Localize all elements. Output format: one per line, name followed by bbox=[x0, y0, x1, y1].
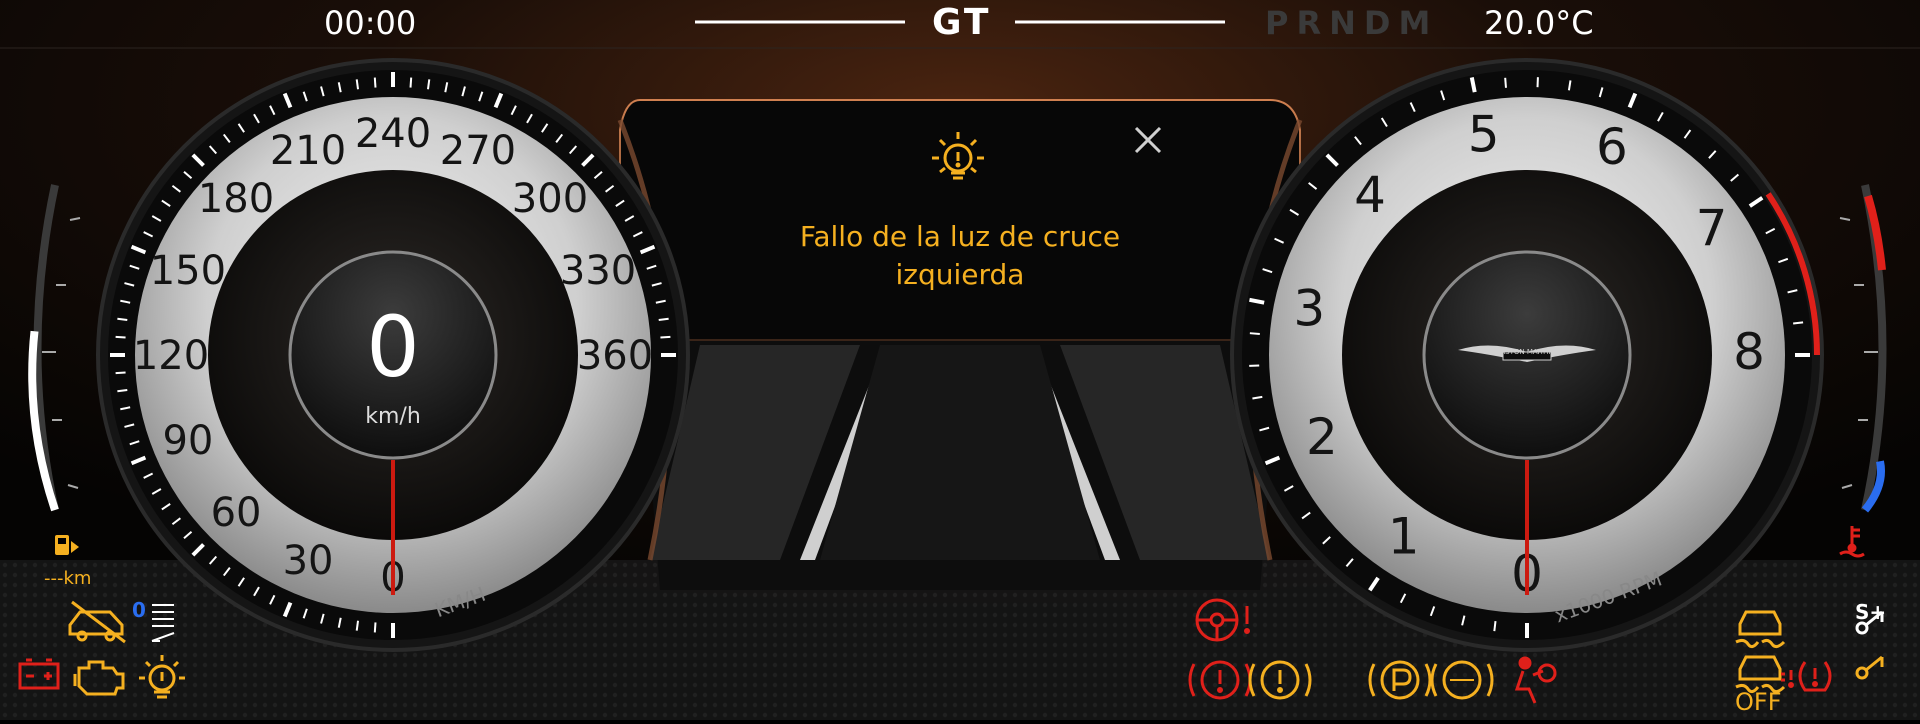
tachometer-tick-label: 8 bbox=[1733, 323, 1765, 381]
speedometer-tick bbox=[116, 337, 126, 338]
tachometer-tick-label: 4 bbox=[1354, 166, 1386, 224]
speedometer-tick-label: 240 bbox=[355, 111, 431, 157]
speedometer-tick bbox=[660, 337, 670, 338]
speedometer-tick-label: 360 bbox=[577, 333, 653, 379]
speedometer-tick bbox=[116, 373, 126, 374]
traction-off-label: OFF bbox=[1735, 688, 1782, 716]
tachometer-tick-label: 6 bbox=[1596, 118, 1628, 176]
speedometer-tick-label: 150 bbox=[150, 248, 226, 294]
speedometer-tick-label: 330 bbox=[560, 248, 636, 294]
speedometer-tick-label: 180 bbox=[198, 176, 274, 222]
speedometer-tick bbox=[117, 390, 127, 391]
speedometer-tick bbox=[357, 621, 358, 631]
speedometer-tick bbox=[428, 79, 429, 89]
outside-temperature: 20.0°C bbox=[1484, 4, 1594, 42]
tachometer-tick bbox=[1494, 621, 1495, 631]
tachometer-tick-label: 2 bbox=[1306, 408, 1338, 466]
tachometer-tick-label: 3 bbox=[1293, 280, 1325, 338]
speedometer-tick-label: 120 bbox=[133, 333, 209, 379]
tachometer-tick-label: 5 bbox=[1468, 105, 1500, 163]
speedometer-tick bbox=[375, 78, 376, 88]
speedometer-tick bbox=[117, 319, 127, 320]
gear-indicator-value: 0 bbox=[132, 598, 146, 622]
tachometer-tick bbox=[1793, 322, 1803, 323]
drive-mode: GT bbox=[932, 2, 991, 43]
speedometer-tick-label: 30 bbox=[283, 538, 334, 584]
speed-unit: km/h bbox=[293, 404, 493, 429]
gear-selector: PRNDM bbox=[1265, 4, 1438, 42]
speedometer-tick-label: 90 bbox=[162, 418, 213, 464]
tachometer-tick bbox=[1505, 78, 1506, 88]
speedometer-tick bbox=[375, 622, 376, 632]
fuel-range: ---km bbox=[44, 568, 91, 589]
speedometer-tick bbox=[357, 79, 358, 89]
tachometer-tick-label: 1 bbox=[1388, 508, 1420, 566]
speedometer-tick-label: 300 bbox=[512, 176, 588, 222]
speedometer-tick bbox=[659, 319, 669, 320]
speedometer-tick bbox=[411, 78, 412, 88]
clock: 00:00 bbox=[324, 4, 416, 42]
speedometer-tick-label: 270 bbox=[440, 128, 516, 174]
speedometer-tick-label: 60 bbox=[211, 490, 262, 536]
speedometer-tick-label: 210 bbox=[270, 128, 346, 174]
instrument-cluster: 0 30 60 90 120 150 180210240270300 330 360 0 12 34… bbox=[0, 0, 1920, 720]
speed-value: 0 bbox=[293, 302, 493, 392]
brand-badge-text: ASTON MARTIN bbox=[1484, 348, 1570, 356]
tachometer-tick-label: 7 bbox=[1696, 200, 1728, 258]
alert-message: Fallo de la luz de cruce izquierda bbox=[750, 218, 1170, 294]
sport-plus-label: S+ bbox=[1855, 600, 1886, 624]
tachometer-tick bbox=[1250, 333, 1260, 334]
